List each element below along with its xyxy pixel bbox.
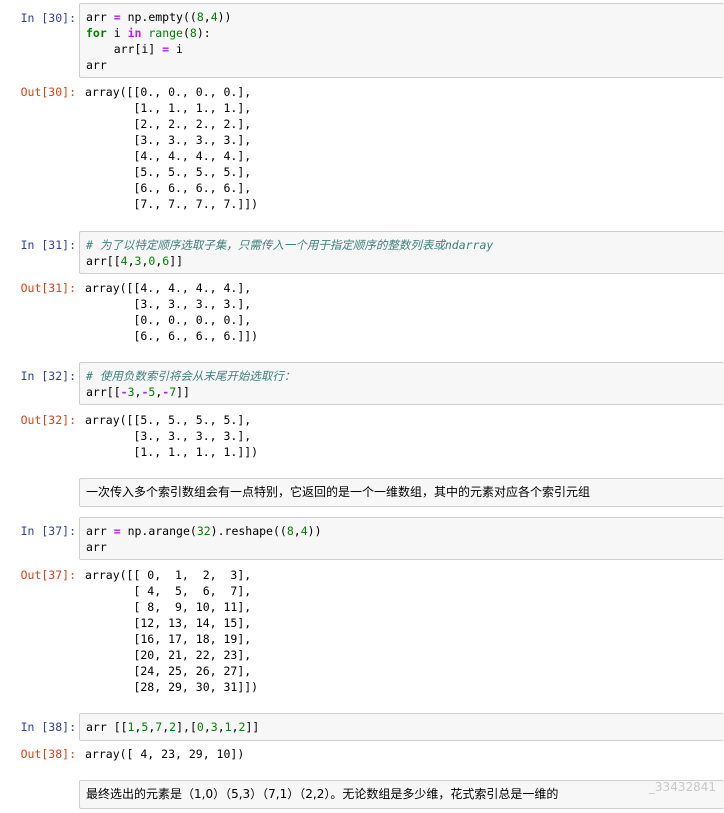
output-prompt: Out[31]: (20, 281, 76, 295)
code-line: arr[[-3,-5,-7]] (86, 385, 190, 399)
output-line: [4., 4., 4., 4.], (85, 149, 252, 163)
code-input[interactable]: arr [[1,5,7,2],[0,3,1,2]] (79, 713, 724, 741)
markdown-text: 最终选出的元素是（1,0）（5,3）（7,1）（2,2）。无论数组是多少维，花式… (86, 787, 559, 801)
markdown-cell[interactable]: 一次传入多个索引数组会有一点特别，它返回的是一个一维数组，其中的元素对应各个索引… (79, 478, 724, 507)
output-line: [24, 25, 26, 27], (85, 664, 252, 678)
output-line: array([ 4, 23, 29, 10]) (85, 747, 245, 761)
output-line: [3., 3., 3., 3.], (85, 133, 252, 147)
code-line: arr = np.empty((8,4)) (86, 10, 232, 24)
output-line: array([[5., 5., 5., 5.], (85, 413, 252, 427)
input-prompt: In [37]: (20, 524, 76, 538)
output-line: [28, 29, 30, 31]]) (85, 680, 259, 694)
output-line: [0., 0., 0., 0.], (85, 313, 252, 327)
output-line: array([[4., 4., 4., 4.], (85, 281, 252, 295)
output-line: [5., 5., 5., 5.], (85, 165, 252, 179)
output-line: [3., 3., 3., 3.], (85, 297, 252, 311)
output-line: [ 4, 5, 6, 7], (85, 584, 252, 598)
code-line: for i in range(8): (86, 26, 211, 40)
code-input[interactable]: # 为了以特定顺序选取子集，只需传入一个用于指定顺序的整数列表或ndarray … (79, 231, 724, 274)
output-line: [ 8, 9, 10, 11], (85, 600, 252, 614)
output-line: [1., 1., 1., 1.]]) (85, 445, 259, 459)
input-prompt: In [38]: (20, 720, 76, 734)
cell-output: array([ 4, 23, 29, 10]) (85, 746, 244, 762)
markdown-cell[interactable]: 最终选出的元素是（1,0）（5,3）（7,1）（2,2）。无论数组是多少维，花式… (79, 780, 724, 809)
input-prompt: In [31]: (20, 238, 76, 252)
code-line: arr[i] = i (86, 42, 183, 56)
code-line: arr (86, 540, 107, 554)
input-prompt: In [30]: (20, 11, 76, 25)
output-prompt: Out[38]: (20, 747, 76, 761)
code-input[interactable]: # 使用负数索引将会从末尾开始选取行： arr[[-3,-5,-7]] (79, 362, 724, 405)
code-line: arr [[1,5,7,2],[0,3,1,2]] (86, 720, 260, 734)
output-prompt: Out[37]: (20, 568, 76, 582)
output-line: [7., 7., 7., 7.]]) (85, 197, 259, 211)
cell-output: array([[4., 4., 4., 4.], [3., 3., 3., 3.… (85, 280, 258, 344)
cell-output: array([[ 0, 1, 2, 3], [ 4, 5, 6, 7], [ 8… (85, 567, 258, 695)
code-line: arr = np.arange(32).reshape((8,4)) (86, 524, 322, 538)
output-prompt: Out[30]: (20, 85, 76, 99)
output-prompt: Out[32]: (20, 413, 76, 427)
cell-output: array([[5., 5., 5., 5.], [3., 3., 3., 3.… (85, 412, 258, 460)
output-line: [12, 13, 14, 15], (85, 616, 252, 630)
cell-output: array([[0., 0., 0., 0.], [1., 1., 1., 1.… (85, 84, 258, 212)
output-line: array([[0., 0., 0., 0.], (85, 85, 252, 99)
code-input[interactable]: arr = np.empty((8,4)) for i in range(8):… (79, 3, 724, 78)
watermark: _33432841 (648, 780, 716, 794)
code-comment: # 为了以特定顺序选取子集，只需传入一个用于指定顺序的整数列表或ndarray (86, 238, 494, 252)
output-line: [16, 17, 18, 19], (85, 632, 252, 646)
input-prompt: In [32]: (20, 369, 76, 383)
output-line: [2., 2., 2., 2.], (85, 117, 252, 131)
code-comment: # 使用负数索引将会从末尾开始选取行： (86, 369, 296, 383)
output-line: [6., 6., 6., 6.], (85, 181, 252, 195)
output-line: [6., 6., 6., 6.]]) (85, 329, 259, 343)
output-line: [3., 3., 3., 3.], (85, 429, 252, 443)
code-input[interactable]: arr = np.arange(32).reshape((8,4)) arr (79, 517, 724, 560)
code-line: arr[[4,3,0,6]] (86, 254, 184, 268)
code-line: arr (86, 58, 107, 72)
output-line: [1., 1., 1., 1.], (85, 101, 252, 115)
output-line: array([[ 0, 1, 2, 3], (85, 568, 252, 582)
output-line: [20, 21, 22, 23], (85, 648, 252, 662)
